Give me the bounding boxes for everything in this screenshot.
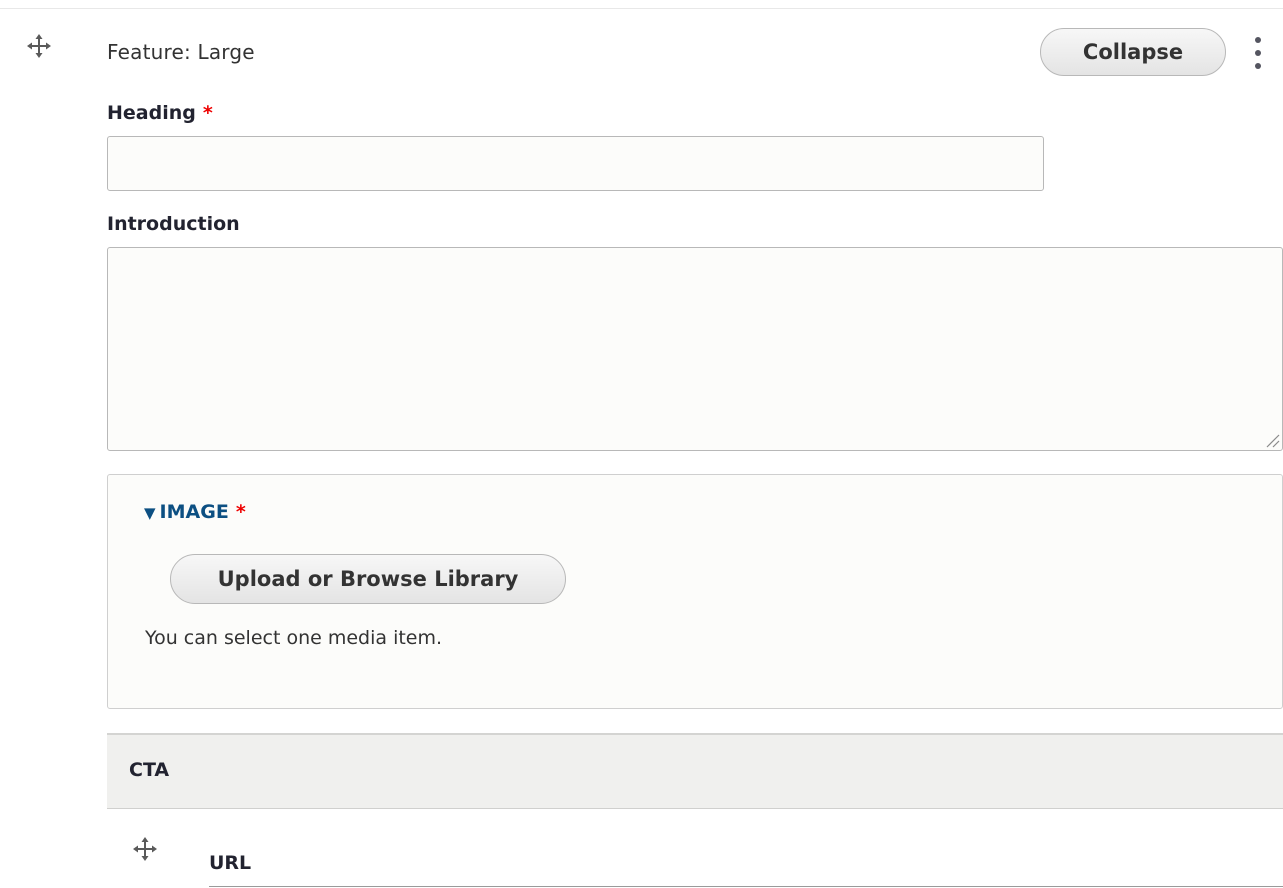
cta-section-header: CTA — [107, 733, 1283, 809]
drag-handle-icon[interactable] — [26, 33, 52, 59]
resize-grip-icon[interactable] — [1264, 432, 1280, 448]
paragraph-type-label: Feature: Large — [107, 40, 255, 64]
collapse-button[interactable]: Collapse — [1040, 28, 1226, 76]
cta-section-title: CTA — [129, 759, 170, 781]
image-fieldset: ▼ IMAGE * Upload or Browse Library You can… — [107, 474, 1283, 709]
heading-label: Heading * — [107, 102, 213, 124]
triangle-down-icon: ▼ — [144, 504, 156, 522]
heading-label-text: Heading — [107, 102, 196, 124]
vertical-ellipsis-icon[interactable] — [1248, 35, 1268, 71]
introduction-textarea[interactable] — [107, 247, 1283, 451]
drag-handle-icon[interactable] — [132, 836, 158, 862]
top-divider — [0, 8, 1283, 9]
image-summary-toggle[interactable]: ▼ IMAGE * — [144, 501, 246, 523]
required-marker: * — [202, 102, 213, 124]
heading-input[interactable] — [107, 136, 1044, 191]
required-marker: * — [235, 501, 246, 523]
url-divider — [209, 886, 1283, 887]
image-help-text: You can select one media item. — [145, 627, 443, 649]
image-summary-label: IMAGE — [159, 501, 229, 523]
introduction-label: Introduction — [107, 213, 240, 235]
upload-or-browse-button[interactable]: Upload or Browse Library — [170, 554, 566, 604]
url-label: URL — [209, 852, 252, 874]
